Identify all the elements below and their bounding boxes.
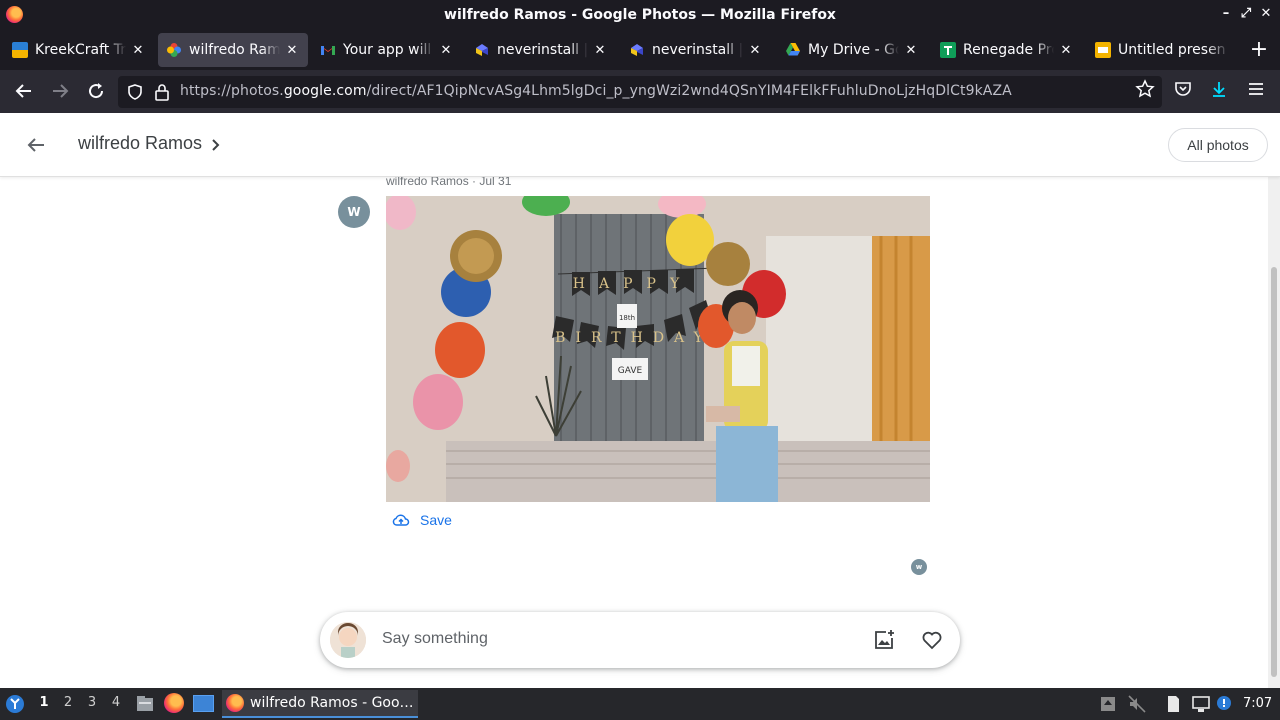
banner-happy-text: HAPPY (573, 276, 693, 292)
tab-google-photos[interactable]: wilfredo Ramos ✕ (158, 33, 308, 67)
volume-muted-icon[interactable] (1127, 694, 1147, 714)
google-drive-favicon-icon (785, 42, 801, 58)
name-sign-text: GAVE (618, 366, 643, 376)
comment-box[interactable]: Say something (320, 612, 960, 668)
close-tab-icon[interactable]: ✕ (592, 43, 608, 58)
tab-strip: KreekCraft Tre ✕ wilfredo Ramos ✕ Your a… (0, 30, 1280, 70)
close-tab-icon[interactable]: ✕ (130, 43, 146, 58)
comment-input[interactable]: Say something (382, 630, 488, 648)
shared-photo[interactable]: HAPPY BIRTHDAY 18th GAVE (386, 196, 930, 502)
tab-label: My Drive - Goo (808, 42, 899, 58)
minimize-icon[interactable]: – (1218, 6, 1234, 22)
gmail-favicon-icon (320, 42, 336, 58)
pocket-icon[interactable] (1171, 79, 1195, 103)
new-tab-button[interactable]: + (1248, 39, 1270, 62)
tab-label: neverinstall | Y (497, 42, 588, 58)
kreekcraft-favicon-icon (12, 42, 28, 58)
taskbar-app-label: wilfredo Ramos - Goo… (250, 695, 414, 711)
window-title: wilfredo Ramos - Google Photos — Mozilla… (444, 7, 836, 23)
tray-upload-icon[interactable] (1098, 694, 1118, 714)
url-domain: google.com (283, 83, 367, 99)
url-path: /direct/AF1QipNcvASg4Lhm5lgDci_p_yngWzi2… (366, 83, 1012, 99)
tab-google-drive[interactable]: My Drive - Goo ✕ (777, 33, 927, 67)
workspace-1[interactable]: 1 (34, 695, 54, 710)
desktop-icon[interactable] (193, 695, 214, 712)
tab-label: Untitled presen (1118, 42, 1226, 58)
tab-label: KreekCraft Tre (35, 42, 126, 58)
tab-neverinstall-1[interactable]: neverinstall | Y ✕ (466, 33, 616, 67)
url-prefix: https://photos. (180, 83, 284, 99)
tab-label: neverinstall | Y (652, 42, 743, 58)
age-sign-text: 18th (619, 314, 635, 322)
close-tab-icon[interactable]: ✕ (903, 43, 919, 58)
app-menu-icon[interactable] (1244, 79, 1268, 103)
firefox-icon (226, 694, 244, 712)
conversation-title[interactable]: wilfredo Ramos (78, 133, 202, 154)
tab-label: Your app will b (343, 42, 434, 58)
lock-icon[interactable] (154, 83, 170, 105)
back-arrow-button[interactable] (22, 131, 50, 159)
navigation-toolbar: https://photos.google.com/direct/AF1QipN… (0, 70, 1280, 113)
close-tab-icon[interactable]: ✕ (284, 43, 300, 58)
add-photo-icon[interactable] (872, 628, 896, 652)
back-button[interactable] (12, 79, 36, 103)
bookmark-star-icon[interactable] (1133, 79, 1157, 103)
user-avatar (330, 622, 366, 658)
firefox-launcher-icon[interactable] (164, 693, 184, 713)
google-photos-favicon-icon (166, 42, 182, 58)
start-menu-icon[interactable] (5, 694, 25, 718)
taskbar-clock[interactable]: 7:07 (1243, 696, 1272, 711)
banner-birthday-text: BIRTHDAY (555, 330, 713, 346)
window-titlebar: wilfredo Ramos - Google Photos — Mozilla… (0, 0, 1280, 30)
photos-header: wilfredo Ramos All photos (0, 113, 1280, 177)
post-meta: wilfredo Ramos · Jul 31 (386, 177, 512, 188)
clipboard-icon[interactable] (1163, 694, 1183, 714)
page-scrollbar[interactable] (1268, 177, 1280, 688)
neverinstall-favicon-icon (629, 42, 645, 58)
taskbar-firefox-window[interactable]: wilfredo Ramos - Goo… (222, 690, 418, 718)
heart-icon[interactable] (920, 628, 944, 652)
maximize-icon[interactable]: ⤢ (1238, 6, 1254, 22)
firefox-logo-icon (6, 6, 23, 23)
workspace-4[interactable]: 4 (106, 695, 126, 710)
tab-kreekcraft[interactable]: KreekCraft Tre ✕ (4, 33, 154, 67)
downloads-icon[interactable] (1207, 79, 1231, 103)
google-sheets-favicon-icon (940, 42, 956, 58)
tab-google-slides[interactable]: Untitled presen (1087, 33, 1237, 67)
tab-gmail[interactable]: Your app will b ✕ (312, 33, 462, 67)
file-manager-icon[interactable] (135, 694, 155, 718)
desktop-taskbar: 1 2 3 4 wilfredo Ramos - Goo… 7:07 (0, 688, 1280, 720)
scrollbar-thumb[interactable] (1271, 267, 1277, 677)
workspace-2[interactable]: 2 (58, 695, 78, 710)
tab-neverinstall-2[interactable]: neverinstall | Y ✕ (621, 33, 771, 67)
close-tab-icon[interactable]: ✕ (1058, 43, 1074, 58)
google-slides-favicon-icon (1095, 42, 1111, 58)
reload-button[interactable] (84, 79, 108, 103)
close-tab-icon[interactable]: ✕ (747, 43, 763, 58)
network-icon[interactable] (1191, 694, 1211, 714)
forward-button[interactable] (48, 79, 72, 103)
neverinstall-favicon-icon (474, 42, 490, 58)
all-photos-button[interactable]: All photos (1168, 128, 1268, 162)
tab-label: wilfredo Ramos (189, 42, 280, 58)
url-text[interactable]: https://photos.google.com/direct/AF1QipN… (180, 83, 1012, 99)
read-receipt-avatar: w (911, 559, 927, 575)
tab-label: Renegade Proj (963, 42, 1054, 58)
save-button[interactable]: Save (392, 508, 452, 532)
close-window-icon[interactable]: ✕ (1258, 6, 1274, 22)
address-bar[interactable]: https://photos.google.com/direct/AF1QipN… (118, 76, 1162, 108)
close-tab-icon[interactable]: ✕ (438, 43, 454, 58)
tracking-shield-icon[interactable] (126, 83, 144, 105)
cloud-upload-icon (392, 514, 410, 526)
workspace-3[interactable]: 3 (82, 695, 102, 710)
avatar[interactable]: W (338, 196, 370, 228)
notification-icon[interactable] (1214, 694, 1234, 714)
chevron-right-icon[interactable] (208, 135, 224, 155)
save-label: Save (420, 512, 452, 528)
tab-google-sheets[interactable]: Renegade Proj ✕ (932, 33, 1082, 67)
